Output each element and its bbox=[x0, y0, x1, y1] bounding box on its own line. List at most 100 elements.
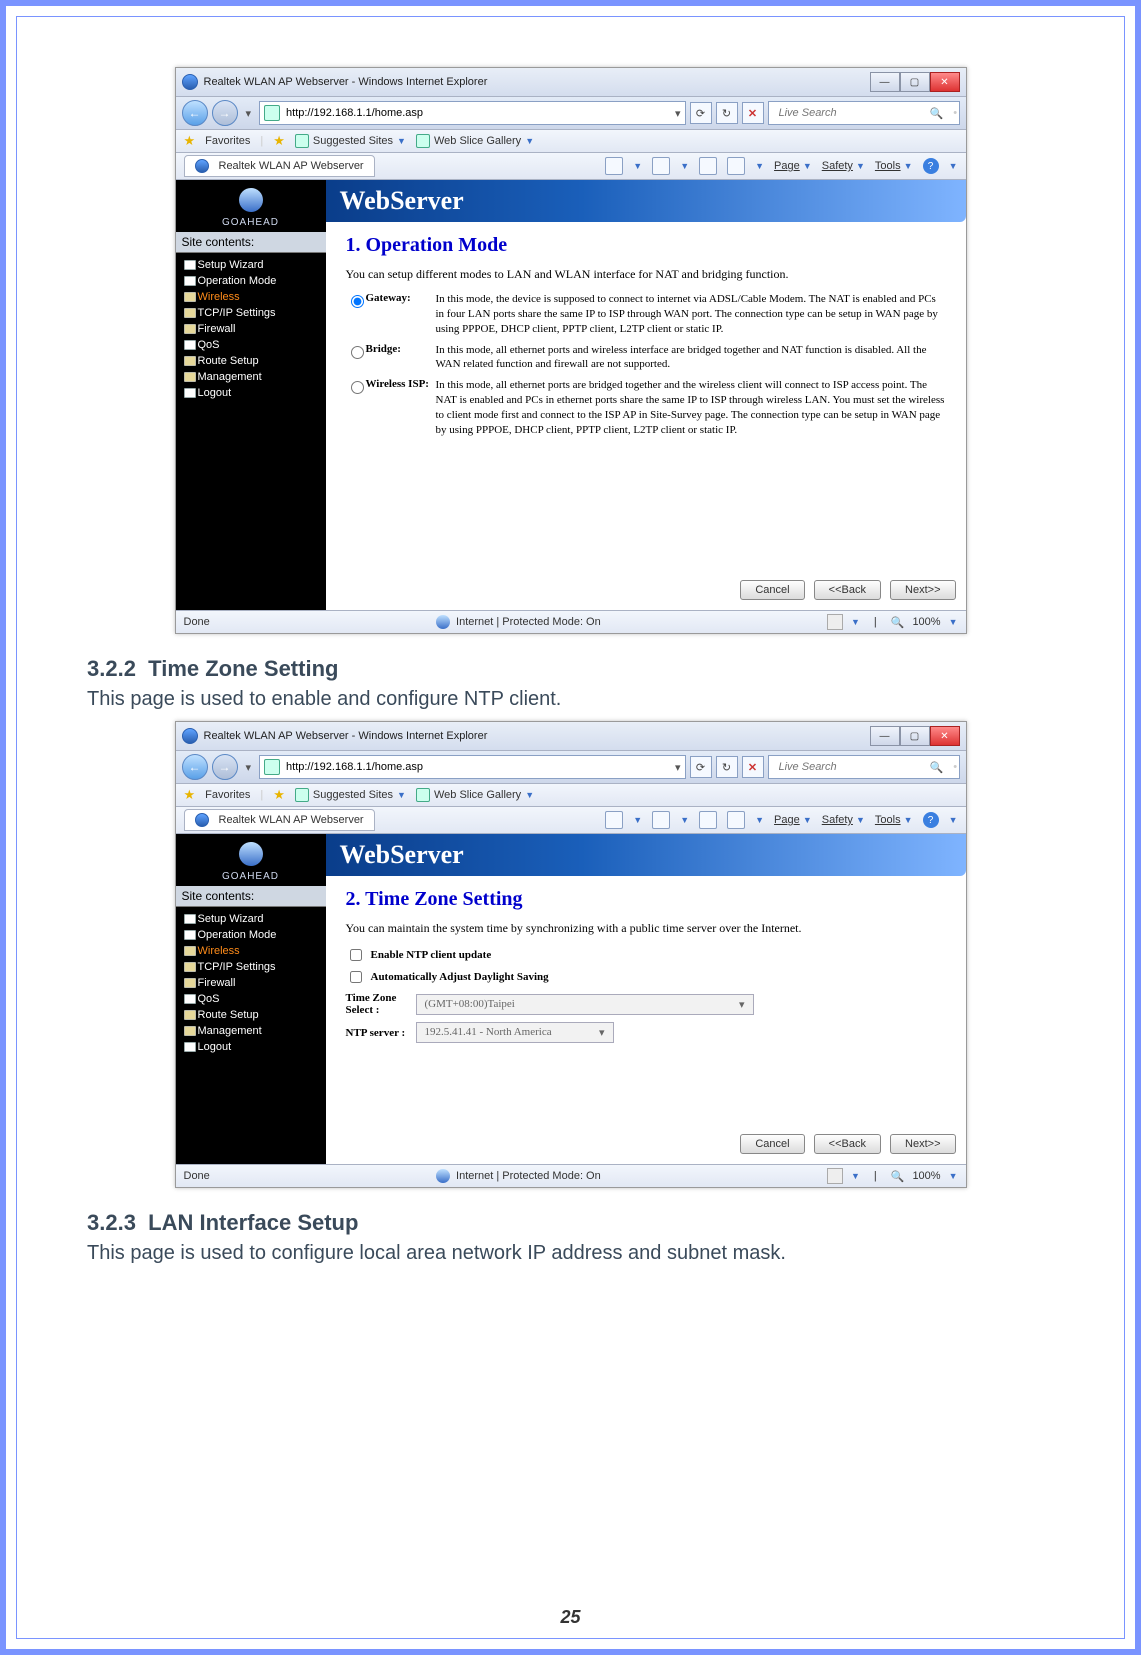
sidebar-item[interactable]: Setup Wizard bbox=[176, 911, 326, 927]
go-button[interactable]: ↻ bbox=[716, 102, 738, 124]
sidebar-item[interactable]: Operation Mode bbox=[176, 927, 326, 943]
back-step-button[interactable]: <<Back bbox=[814, 1134, 881, 1154]
search-input[interactable] bbox=[777, 106, 924, 120]
nav-dropdown-icon[interactable]: ▾ bbox=[242, 107, 256, 120]
nav-dropdown-icon[interactable]: ▾ bbox=[242, 761, 256, 774]
sidebar-item[interactable]: Route Setup bbox=[176, 1007, 326, 1023]
web-slice-link[interactable]: Web Slice Gallery ▼ bbox=[416, 788, 534, 802]
sidebar-item[interactable]: Wireless bbox=[176, 289, 326, 305]
sidebar-item[interactable]: Wireless bbox=[176, 943, 326, 959]
minimize-button[interactable]: — bbox=[870, 726, 900, 746]
back-button[interactable]: ← bbox=[182, 100, 208, 126]
window-title: Realtek WLAN AP Webserver - Windows Inte… bbox=[204, 730, 870, 742]
favorites-star-icon[interactable]: ★ bbox=[184, 787, 196, 803]
safety-menu[interactable]: Safety bbox=[822, 160, 853, 172]
mode-radio[interactable] bbox=[351, 381, 364, 394]
search-input[interactable] bbox=[777, 760, 924, 774]
zoom-level[interactable]: 100% bbox=[912, 616, 940, 628]
maximize-button[interactable]: ▢ bbox=[900, 72, 930, 92]
search-icon[interactable]: 🔍 bbox=[924, 761, 950, 774]
suggested-sites-link[interactable]: Suggested Sites ▼ bbox=[295, 788, 406, 802]
zoom-mode-icon[interactable] bbox=[827, 1168, 843, 1184]
sidebar-item[interactable]: TCP/IP Settings bbox=[176, 959, 326, 975]
sidebar-item[interactable]: Firewall bbox=[176, 975, 326, 991]
timezone-select[interactable]: (GMT+08:00)Taipei▾ bbox=[416, 994, 754, 1015]
stop-button[interactable]: ✕ bbox=[742, 102, 764, 124]
address-bar[interactable]: ▾ bbox=[259, 755, 685, 779]
enable-ntp-row[interactable]: Enable NTP client update bbox=[346, 946, 946, 964]
url-dropdown-icon[interactable]: ▾ bbox=[671, 761, 685, 774]
maximize-button[interactable]: ▢ bbox=[900, 726, 930, 746]
sidebar-item[interactable]: Management bbox=[176, 369, 326, 385]
back-step-button[interactable]: <<Back bbox=[814, 580, 881, 600]
sidebar-item[interactable]: QoS bbox=[176, 337, 326, 353]
forward-button[interactable]: → bbox=[212, 100, 238, 126]
home-icon[interactable] bbox=[605, 811, 623, 829]
rss-icon[interactable] bbox=[652, 157, 670, 175]
page-menu[interactable]: Page bbox=[774, 814, 800, 826]
site-icon bbox=[295, 134, 309, 148]
stop-button[interactable]: ✕ bbox=[742, 756, 764, 778]
home-icon[interactable] bbox=[605, 157, 623, 175]
address-bar[interactable]: ▾ bbox=[259, 101, 685, 125]
suggested-sites-link[interactable]: Suggested Sites ▼ bbox=[295, 134, 406, 148]
tools-menu[interactable]: Tools bbox=[875, 814, 901, 826]
minimize-button[interactable]: — bbox=[870, 72, 900, 92]
globe-icon bbox=[239, 188, 263, 212]
auto-dst-row[interactable]: Automatically Adjust Daylight Saving bbox=[346, 968, 946, 986]
sidebar-item[interactable]: Logout bbox=[176, 385, 326, 401]
mail-icon[interactable] bbox=[699, 157, 717, 175]
sidebar-item[interactable]: Route Setup bbox=[176, 353, 326, 369]
sidebar-item[interactable]: Management bbox=[176, 1023, 326, 1039]
help-icon[interactable]: ? bbox=[923, 812, 939, 828]
auto-dst-checkbox[interactable] bbox=[350, 971, 362, 983]
cancel-button[interactable]: Cancel bbox=[740, 1134, 804, 1154]
back-button[interactable]: ← bbox=[182, 754, 208, 780]
favorites-label[interactable]: Favorites bbox=[205, 789, 250, 801]
sidebar-item[interactable]: Operation Mode bbox=[176, 273, 326, 289]
sidebar-item[interactable]: Firewall bbox=[176, 321, 326, 337]
go-button[interactable]: ↻ bbox=[716, 756, 738, 778]
zoom-mode-icon[interactable] bbox=[827, 614, 843, 630]
mail-icon[interactable] bbox=[699, 811, 717, 829]
url-input[interactable] bbox=[284, 107, 671, 119]
browser-tab[interactable]: Realtek WLAN AP Webserver bbox=[184, 155, 375, 177]
sidebar-item[interactable]: Setup Wizard bbox=[176, 257, 326, 273]
mode-label: Wireless ISP: bbox=[366, 378, 436, 437]
browser-tab[interactable]: Realtek WLAN AP Webserver bbox=[184, 809, 375, 831]
mode-radio[interactable] bbox=[351, 295, 364, 308]
enable-ntp-checkbox[interactable] bbox=[350, 949, 362, 961]
screenshot-operation-mode: Realtek WLAN AP Webserver - Windows Inte… bbox=[175, 67, 967, 634]
safety-menu[interactable]: Safety bbox=[822, 814, 853, 826]
favorites-star-icon[interactable]: ★ bbox=[184, 133, 196, 149]
rss-icon[interactable] bbox=[652, 811, 670, 829]
cancel-button[interactable]: Cancel bbox=[740, 580, 804, 600]
url-dropdown-icon[interactable]: ▾ bbox=[671, 107, 685, 120]
search-box[interactable]: 🔍 • bbox=[768, 101, 960, 125]
sidebar-item[interactable]: Logout bbox=[176, 1039, 326, 1055]
mode-description: In this mode, all ethernet ports are bri… bbox=[436, 378, 946, 437]
refresh-button[interactable]: ⟳ bbox=[690, 756, 712, 778]
refresh-button[interactable]: ⟳ bbox=[690, 102, 712, 124]
tools-menu[interactable]: Tools bbox=[875, 160, 901, 172]
help-icon[interactable]: ? bbox=[923, 158, 939, 174]
ntp-server-select[interactable]: 192.5.41.41 - North America▾ bbox=[416, 1022, 614, 1043]
sidebar-item[interactable]: QoS bbox=[176, 991, 326, 1007]
url-input[interactable] bbox=[284, 761, 671, 773]
search-icon[interactable]: 🔍 bbox=[924, 107, 950, 120]
favorites-label[interactable]: Favorites bbox=[205, 135, 250, 147]
section-heading-323: 3.2.3 LAN Interface Setup bbox=[87, 1210, 1054, 1236]
web-slice-link[interactable]: Web Slice Gallery ▼ bbox=[416, 134, 534, 148]
next-step-button[interactable]: Next>> bbox=[890, 580, 955, 600]
forward-button[interactable]: → bbox=[212, 754, 238, 780]
print-icon[interactable] bbox=[727, 811, 745, 829]
search-box[interactable]: 🔍 • bbox=[768, 755, 960, 779]
page-menu[interactable]: Page bbox=[774, 160, 800, 172]
sidebar-item[interactable]: TCP/IP Settings bbox=[176, 305, 326, 321]
next-step-button[interactable]: Next>> bbox=[890, 1134, 955, 1154]
print-icon[interactable] bbox=[727, 157, 745, 175]
mode-radio[interactable] bbox=[351, 346, 364, 359]
close-button[interactable]: ✕ bbox=[930, 726, 960, 746]
zoom-level[interactable]: 100% bbox=[912, 1170, 940, 1182]
close-button[interactable]: ✕ bbox=[930, 72, 960, 92]
